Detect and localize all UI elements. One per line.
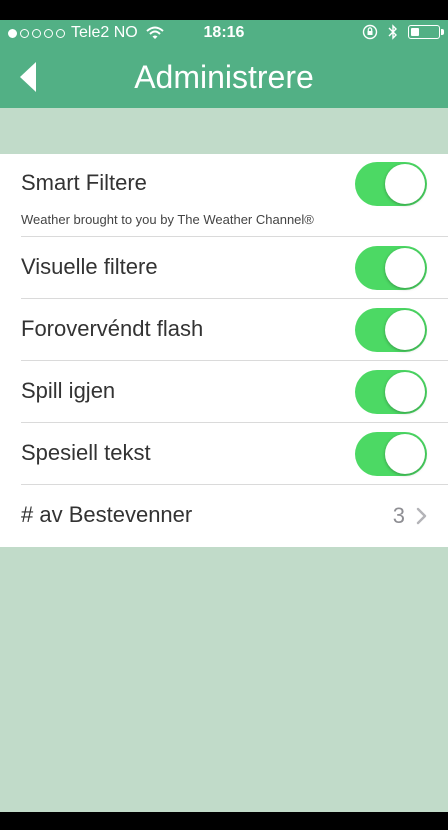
setting-label: Spill igjen xyxy=(21,378,116,403)
spesiell-tekst-toggle[interactable] xyxy=(355,432,427,476)
settings-row-bestevenner[interactable]: # av Bestevenner 3 xyxy=(21,485,448,547)
status-right xyxy=(362,24,444,40)
bluetooth-icon xyxy=(388,24,397,40)
battery-level xyxy=(411,28,419,36)
setting-label: Forovervéndt flash xyxy=(21,316,204,341)
settings-panel: Smart Filtere Weather brought to you by … xyxy=(0,154,448,547)
page-title: Administrere xyxy=(134,59,314,95)
battery-icon xyxy=(408,25,444,39)
toggle-knob xyxy=(385,434,425,474)
visuelle-filtere-toggle[interactable] xyxy=(355,246,427,290)
toggle-knob xyxy=(385,310,425,350)
bestevenner-count: 3 xyxy=(392,503,405,528)
setting-label: Visuelle filtere xyxy=(21,254,158,279)
setting-label: Smart Filtere xyxy=(21,170,147,195)
settings-row-spesiell-tekst: Spesiell tekst xyxy=(21,423,448,485)
bottom-black-bar xyxy=(0,812,448,830)
toggle-knob xyxy=(385,372,425,412)
setting-sublabel: Weather brought to you by The Weather Ch… xyxy=(21,212,314,227)
settings-row-spill-igjen: Spill igjen xyxy=(21,361,448,423)
setting-label: # av Bestevenner xyxy=(21,502,193,527)
chevron-right-icon xyxy=(416,507,427,525)
top-black-bar xyxy=(0,0,448,20)
settings-content: Smart Filtere Weather brought to you by … xyxy=(0,108,448,812)
rotation-lock-icon xyxy=(362,24,378,40)
forovervendt-flash-toggle[interactable] xyxy=(355,308,427,352)
spill-igjen-toggle[interactable] xyxy=(355,370,427,414)
settings-row-visuelle-filtere: Visuelle filtere xyxy=(21,237,448,299)
setting-label: Spesiell tekst xyxy=(21,440,151,465)
toggle-knob xyxy=(385,164,425,204)
settings-row-forovervendt-flash: Forovervéndt flash xyxy=(21,299,448,361)
header: Tele2 NO 18:16 Administrere xyxy=(0,20,448,108)
navigation-bar: Administrere xyxy=(0,46,448,108)
status-bar: Tele2 NO 18:16 xyxy=(0,20,448,46)
battery-nub xyxy=(441,29,444,35)
smart-filtere-toggle[interactable] xyxy=(355,162,427,206)
toggle-knob xyxy=(385,248,425,288)
settings-row-smart-filtere: Smart Filtere Weather brought to you by … xyxy=(21,154,448,237)
